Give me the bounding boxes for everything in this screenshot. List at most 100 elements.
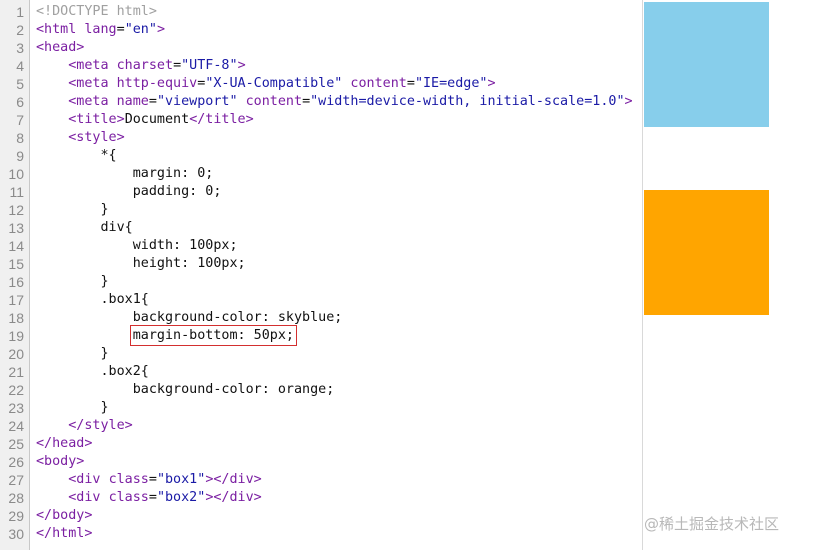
code-token: background-color: orange; (36, 382, 335, 397)
code-token: content (237, 94, 303, 109)
code-token: </html> (36, 526, 93, 541)
code-line[interactable]: 2 <html lang="en"> (0, 21, 642, 39)
code-line[interactable]: 27 <div class="box1"></div> (0, 471, 642, 489)
code-token: "IE=edge" (414, 76, 488, 91)
code-text: .box2{ (36, 363, 148, 381)
code-token: = (148, 490, 157, 505)
line-number: 24 (8, 418, 24, 434)
highlighted-code-token: margin-bottom: 50px; (129, 325, 298, 346)
code-token: background-color: skyblue; (36, 310, 343, 325)
code-editor[interactable]: 1 <!DOCTYPE html> 2 <html lang="en"> 3 <head>… (0, 0, 643, 550)
line-number: 4 (16, 58, 24, 74)
code-token: div{ (36, 220, 133, 235)
code-line[interactable]: 22 background-color: orange; (0, 381, 642, 399)
code-token: charset (116, 58, 174, 73)
code-token: ></div> (205, 490, 262, 505)
line-number: 11 (9, 184, 24, 200)
code-token: content (342, 76, 407, 91)
code-token: *{ (36, 148, 117, 163)
code-line[interactable]: 29 </body> (0, 507, 642, 525)
line-number: 6 (16, 94, 24, 110)
code-text: <html lang="en"> (36, 21, 165, 39)
code-token: > (487, 76, 496, 91)
code-token: = (406, 76, 415, 91)
code-line[interactable]: 13 div{ (0, 219, 642, 237)
code-token: } (36, 346, 109, 361)
line-number: 21 (8, 364, 24, 380)
render-preview (643, 0, 815, 550)
code-token: name (116, 94, 149, 109)
code-line[interactable]: 7 <title>Document</title> (0, 111, 642, 129)
code-line[interactable]: 17 .box1{ (0, 291, 642, 309)
line-number: 19 (8, 328, 24, 344)
code-text: <div class="box2"></div> (36, 489, 262, 507)
code-line[interactable]: 23 } (0, 399, 642, 417)
code-line[interactable]: 8 <style> (0, 129, 642, 147)
code-line[interactable]: 26 <body> (0, 453, 642, 471)
line-number: 18 (8, 310, 24, 326)
line-number: 1 (16, 4, 24, 20)
code-line[interactable]: 15 height: 100px; (0, 255, 642, 273)
code-token: <meta (68, 58, 117, 73)
code-token: "box1" (156, 472, 206, 487)
code-line[interactable]: 4 <meta charset="UTF-8"> (0, 57, 642, 75)
code-token: } (36, 202, 109, 217)
code-token: </body> (36, 508, 93, 523)
code-text: height: 100px; (36, 255, 246, 273)
code-text: background-color: orange; (36, 381, 335, 399)
code-text: } (36, 399, 108, 417)
line-number: 29 (8, 508, 24, 524)
code-token: <body> (36, 454, 85, 469)
code-token: <div (68, 472, 109, 487)
line-number: 15 (8, 256, 24, 272)
line-number: 13 (8, 220, 24, 236)
line-number: 28 (8, 490, 24, 506)
code-line[interactable]: 24 </style> (0, 417, 642, 435)
code-line[interactable]: 14 width: 100px; (0, 237, 642, 255)
code-token: Document (124, 112, 190, 127)
code-token: <head> (36, 40, 85, 55)
code-line[interactable]: 25 </head> (0, 435, 642, 453)
code-line[interactable]: 5 <meta http-equiv = "X-UA-Compatible" con… (0, 75, 642, 93)
code-token: http-equiv (116, 76, 198, 91)
code-line[interactable]: 1 <!DOCTYPE html> (0, 3, 642, 21)
code-token: class (108, 490, 149, 505)
code-token: <meta (68, 76, 117, 91)
code-line[interactable]: 3 <head> (0, 39, 642, 57)
code-line[interactable]: 9 *{ (0, 147, 642, 165)
code-token: "box2" (156, 490, 206, 505)
code-line[interactable]: 11 padding: 0; (0, 183, 642, 201)
code-line[interactable]: 12 } (0, 201, 642, 219)
code-token: <style> (68, 130, 125, 145)
code-line[interactable]: 30 </html> (0, 525, 642, 543)
code-token: </title> (189, 112, 254, 127)
code-text: } (36, 345, 109, 363)
code-text: <body> (36, 453, 84, 471)
code-line[interactable]: 16 } (0, 273, 642, 291)
code-line[interactable]: 6 <meta name="viewport" content="width=d… (0, 93, 642, 111)
line-number: 30 (8, 526, 24, 542)
code-token: "X-UA-Compatible" (205, 76, 343, 91)
code-line[interactable]: 21 .box2{ (0, 363, 642, 381)
box2-orange (644, 190, 769, 315)
code-token: padding: 0; (36, 184, 222, 199)
code-token: = (302, 94, 311, 109)
line-number: 9 (16, 148, 24, 164)
code-line[interactable]: 10 margin: 0; (0, 165, 642, 183)
code-text: </html> (36, 525, 92, 543)
code-text: <div class="box1"></div> (36, 471, 262, 489)
code-text: <meta charset="UTF-8"> (36, 57, 245, 75)
code-text: .box1{ (36, 291, 148, 309)
code-text: background-color: skyblue; (36, 309, 343, 327)
code-token: class (108, 472, 149, 487)
code-text: <!DOCTYPE html> (36, 3, 157, 21)
code-line[interactable]: 28 <div class="box2"></div> (0, 489, 642, 507)
code-token: } (36, 274, 109, 289)
code-area[interactable]: 1 <!DOCTYPE html> 2 <html lang="en"> 3 <head>… (0, 3, 642, 543)
code-line[interactable]: 18 background-color: skyblue; (0, 309, 642, 327)
code-line[interactable]: 19 margin-bottom: 50px; (0, 325, 642, 346)
code-line[interactable]: 20 } (0, 345, 642, 363)
line-number: 20 (8, 346, 24, 362)
